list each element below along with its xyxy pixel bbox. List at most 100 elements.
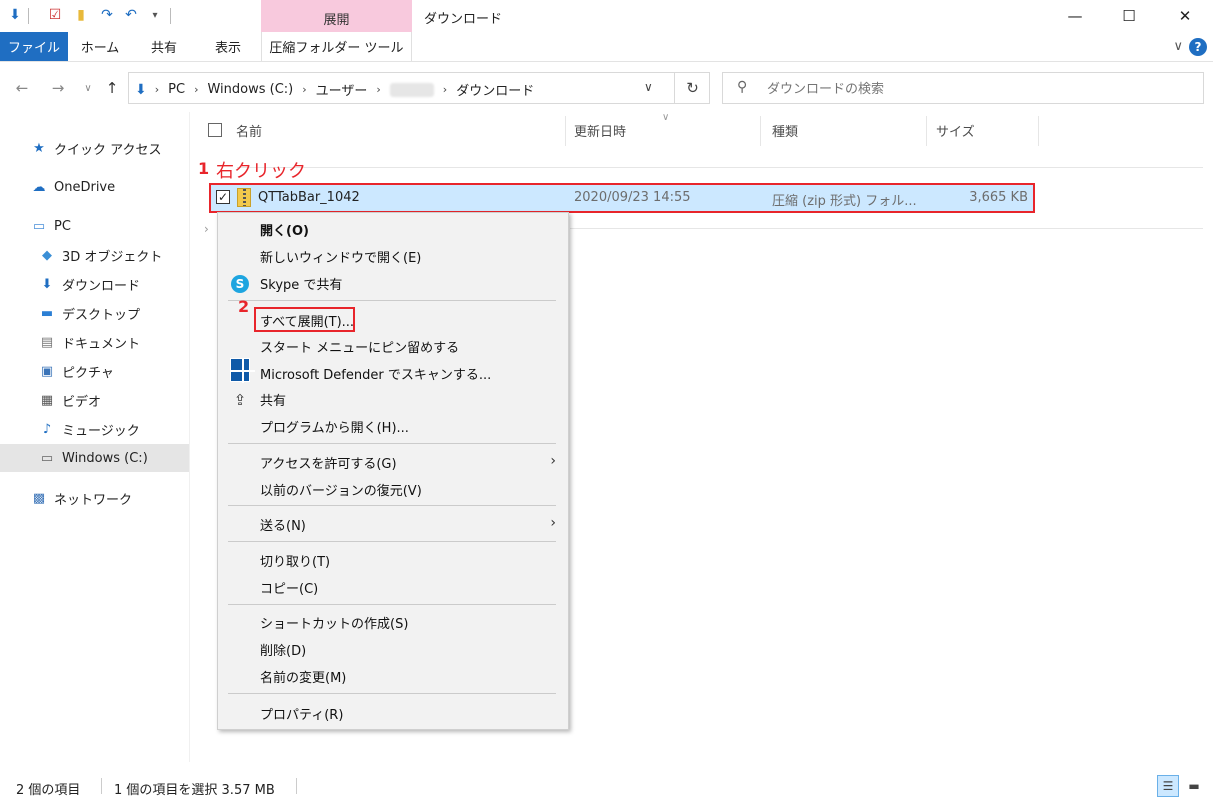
- annotation-step-2-number: 2: [238, 297, 250, 316]
- status-selection: 1 個の項目を選択 3.57 MB: [114, 783, 275, 798]
- expand-ribbon-icon[interactable]: ∨: [1173, 39, 1183, 54]
- recent-locations-icon[interactable]: ∨: [78, 78, 98, 98]
- redo-icon[interactable]: ↷: [98, 6, 116, 24]
- status-item-count: 2 個の項目: [16, 783, 81, 798]
- sidebar-item-label: ビデオ: [62, 394, 102, 410]
- sidebar-item-pictures[interactable]: ▣ ピクチャ: [0, 357, 189, 385]
- breadcrumb: ⬇ › PC › Windows (C:) › ユーザー › › ダウンロード: [135, 80, 534, 100]
- sidebar-item-music[interactable]: ♪ ミュージック: [0, 415, 189, 443]
- menu-item-share[interactable]: ⇪ 共有: [220, 386, 566, 412]
- column-divider[interactable]: [565, 116, 566, 146]
- breadcrumb-windows-c[interactable]: Windows (C:): [207, 82, 293, 97]
- search-box[interactable]: ⚲: [722, 72, 1204, 104]
- tab-file[interactable]: ファイル: [0, 32, 68, 61]
- column-header-size[interactable]: サイズ: [936, 112, 975, 148]
- menu-item-skype-share[interactable]: S Skype で共有: [220, 270, 566, 296]
- chevron-right-icon[interactable]: ›: [204, 222, 209, 236]
- defender-shield-icon: [230, 358, 255, 383]
- breadcrumb-users[interactable]: ユーザー: [316, 80, 368, 99]
- up-arrow-icon[interactable]: ↑: [102, 78, 122, 98]
- download-arrow-icon: ⬇: [135, 81, 147, 98]
- skype-icon: S: [231, 275, 249, 293]
- minimize-button[interactable]: —: [1052, 0, 1098, 32]
- share-icon: ⇪: [233, 391, 247, 409]
- sidebar-item-label: 3D オブジェクト: [62, 249, 163, 265]
- address-bar[interactable]: ⬇ › PC › Windows (C:) › ユーザー › › ダウンロード …: [128, 72, 710, 104]
- sidebar-item-windows-c[interactable]: ▭ Windows (C:): [0, 444, 189, 472]
- sidebar-item-downloads[interactable]: ⬇ ダウンロード: [0, 270, 189, 298]
- tab-view[interactable]: 表示: [198, 32, 258, 61]
- menu-item-delete[interactable]: 削除(D): [220, 636, 566, 662]
- select-all-checkbox[interactable]: [208, 112, 222, 148]
- column-header-modified[interactable]: 更新日時: [574, 112, 626, 148]
- sidebar-item-onedrive[interactable]: ☁ OneDrive: [0, 173, 189, 201]
- undo-icon[interactable]: ↶: [122, 6, 140, 24]
- column-divider[interactable]: [1038, 116, 1039, 146]
- breadcrumb-downloads[interactable]: ダウンロード: [456, 80, 534, 99]
- sidebar-item-label: ダウンロード: [62, 278, 141, 294]
- menu-item-open-with[interactable]: プログラムから開く(H)...: [220, 413, 566, 439]
- back-arrow-icon[interactable]: ←: [12, 78, 32, 98]
- menu-item-cut[interactable]: 切り取り(T): [220, 547, 566, 573]
- annotation-highlight-file-row: [209, 183, 1035, 213]
- chevron-right-icon: ›: [154, 83, 160, 96]
- sidebar-item-videos[interactable]: ▦ ビデオ: [0, 386, 189, 414]
- menu-separator: [228, 300, 556, 301]
- toolbar-separator: [170, 8, 171, 24]
- properties-icon[interactable]: ☑: [46, 6, 64, 24]
- menu-item-properties[interactable]: プロパティ(R): [220, 700, 566, 726]
- annotation-highlight-extract-all: [254, 307, 355, 332]
- refresh-icon[interactable]: ↻: [674, 73, 710, 103]
- sidebar-item-label: Windows (C:): [62, 450, 148, 466]
- column-divider[interactable]: [760, 116, 761, 146]
- menu-separator: [228, 693, 556, 694]
- download-arrow-icon[interactable]: ⬇: [6, 6, 24, 24]
- address-dropdown-icon[interactable]: ∨: [644, 80, 653, 94]
- menu-item-open-new-window[interactable]: 新しいウィンドウで開く(E): [220, 243, 566, 269]
- menu-item-restore-versions[interactable]: 以前のバージョンの復元(V): [220, 476, 566, 502]
- picture-icon: ▣: [40, 363, 54, 379]
- sidebar-item-desktop[interactable]: ▬ デスクトップ: [0, 299, 189, 327]
- drive-icon: ▭: [40, 450, 54, 466]
- customize-quick-access-icon[interactable]: ▾: [146, 6, 164, 24]
- menu-item-send-to[interactable]: 送る(N) ›: [220, 511, 566, 537]
- chevron-right-icon: ›: [550, 515, 556, 531]
- menu-item-defender-scan[interactable]: Microsoft Defender でスキャンする...: [220, 358, 566, 386]
- menu-item-rename[interactable]: 名前の変更(M): [220, 663, 566, 689]
- sidebar-item-3d-objects[interactable]: ◆ 3D オブジェクト: [0, 241, 189, 269]
- sidebar-item-pc[interactable]: ▭ PC: [0, 212, 189, 240]
- column-header-type[interactable]: 種類: [772, 112, 798, 148]
- menu-item-pin-to-start[interactable]: スタート メニューにピン留めする: [220, 333, 566, 359]
- forward-arrow-icon[interactable]: →: [48, 78, 68, 98]
- annotation-step-1-text: 右クリック: [216, 161, 306, 182]
- window-title: ダウンロード: [424, 12, 503, 27]
- network-icon: ▩: [32, 490, 46, 506]
- menu-item-open[interactable]: 開く(O): [220, 216, 566, 242]
- tab-compressed-folder-tools[interactable]: 圧縮フォルダー ツール: [261, 32, 412, 61]
- help-icon[interactable]: ?: [1189, 38, 1207, 56]
- sidebar-item-label: PC: [54, 218, 71, 234]
- sidebar-item-quick-access[interactable]: ★ クイック アクセス: [0, 134, 189, 162]
- folder-icon[interactable]: ▮: [72, 6, 90, 24]
- breadcrumb-pc[interactable]: PC: [168, 82, 185, 97]
- column-header-name[interactable]: 名前: [236, 112, 262, 148]
- details-view-icon[interactable]: ☰: [1157, 775, 1179, 797]
- menu-item-give-access[interactable]: アクセスを許可する(G) ›: [220, 449, 566, 475]
- column-divider[interactable]: [926, 116, 927, 146]
- menu-item-create-shortcut[interactable]: ショートカットの作成(S): [220, 609, 566, 635]
- sidebar-item-label: OneDrive: [54, 179, 116, 195]
- menu-item-copy[interactable]: コピー(C): [220, 574, 566, 600]
- sidebar-item-network[interactable]: ▩ ネットワーク: [0, 484, 189, 512]
- tab-share[interactable]: 共有: [134, 32, 194, 61]
- tab-home[interactable]: ホーム: [70, 32, 130, 61]
- large-icons-view-icon[interactable]: ▬: [1183, 775, 1205, 797]
- breadcrumb-username-blurred[interactable]: [389, 82, 434, 97]
- maximize-button[interactable]: ☐: [1106, 0, 1152, 32]
- close-button[interactable]: ✕: [1162, 0, 1208, 32]
- menu-separator: [228, 604, 556, 605]
- sidebar-item-label: ネットワーク: [54, 492, 133, 508]
- status-bar: 2 個の項目 1 個の項目を選択 3.57 MB ☰ ▬: [0, 770, 1213, 800]
- search-input[interactable]: [767, 79, 1187, 99]
- ribbon-tabs: ファイル ホーム 共有 表示 圧縮フォルダー ツール ∨ ?: [0, 32, 1213, 62]
- sidebar-item-documents[interactable]: ▤ ドキュメント: [0, 328, 189, 356]
